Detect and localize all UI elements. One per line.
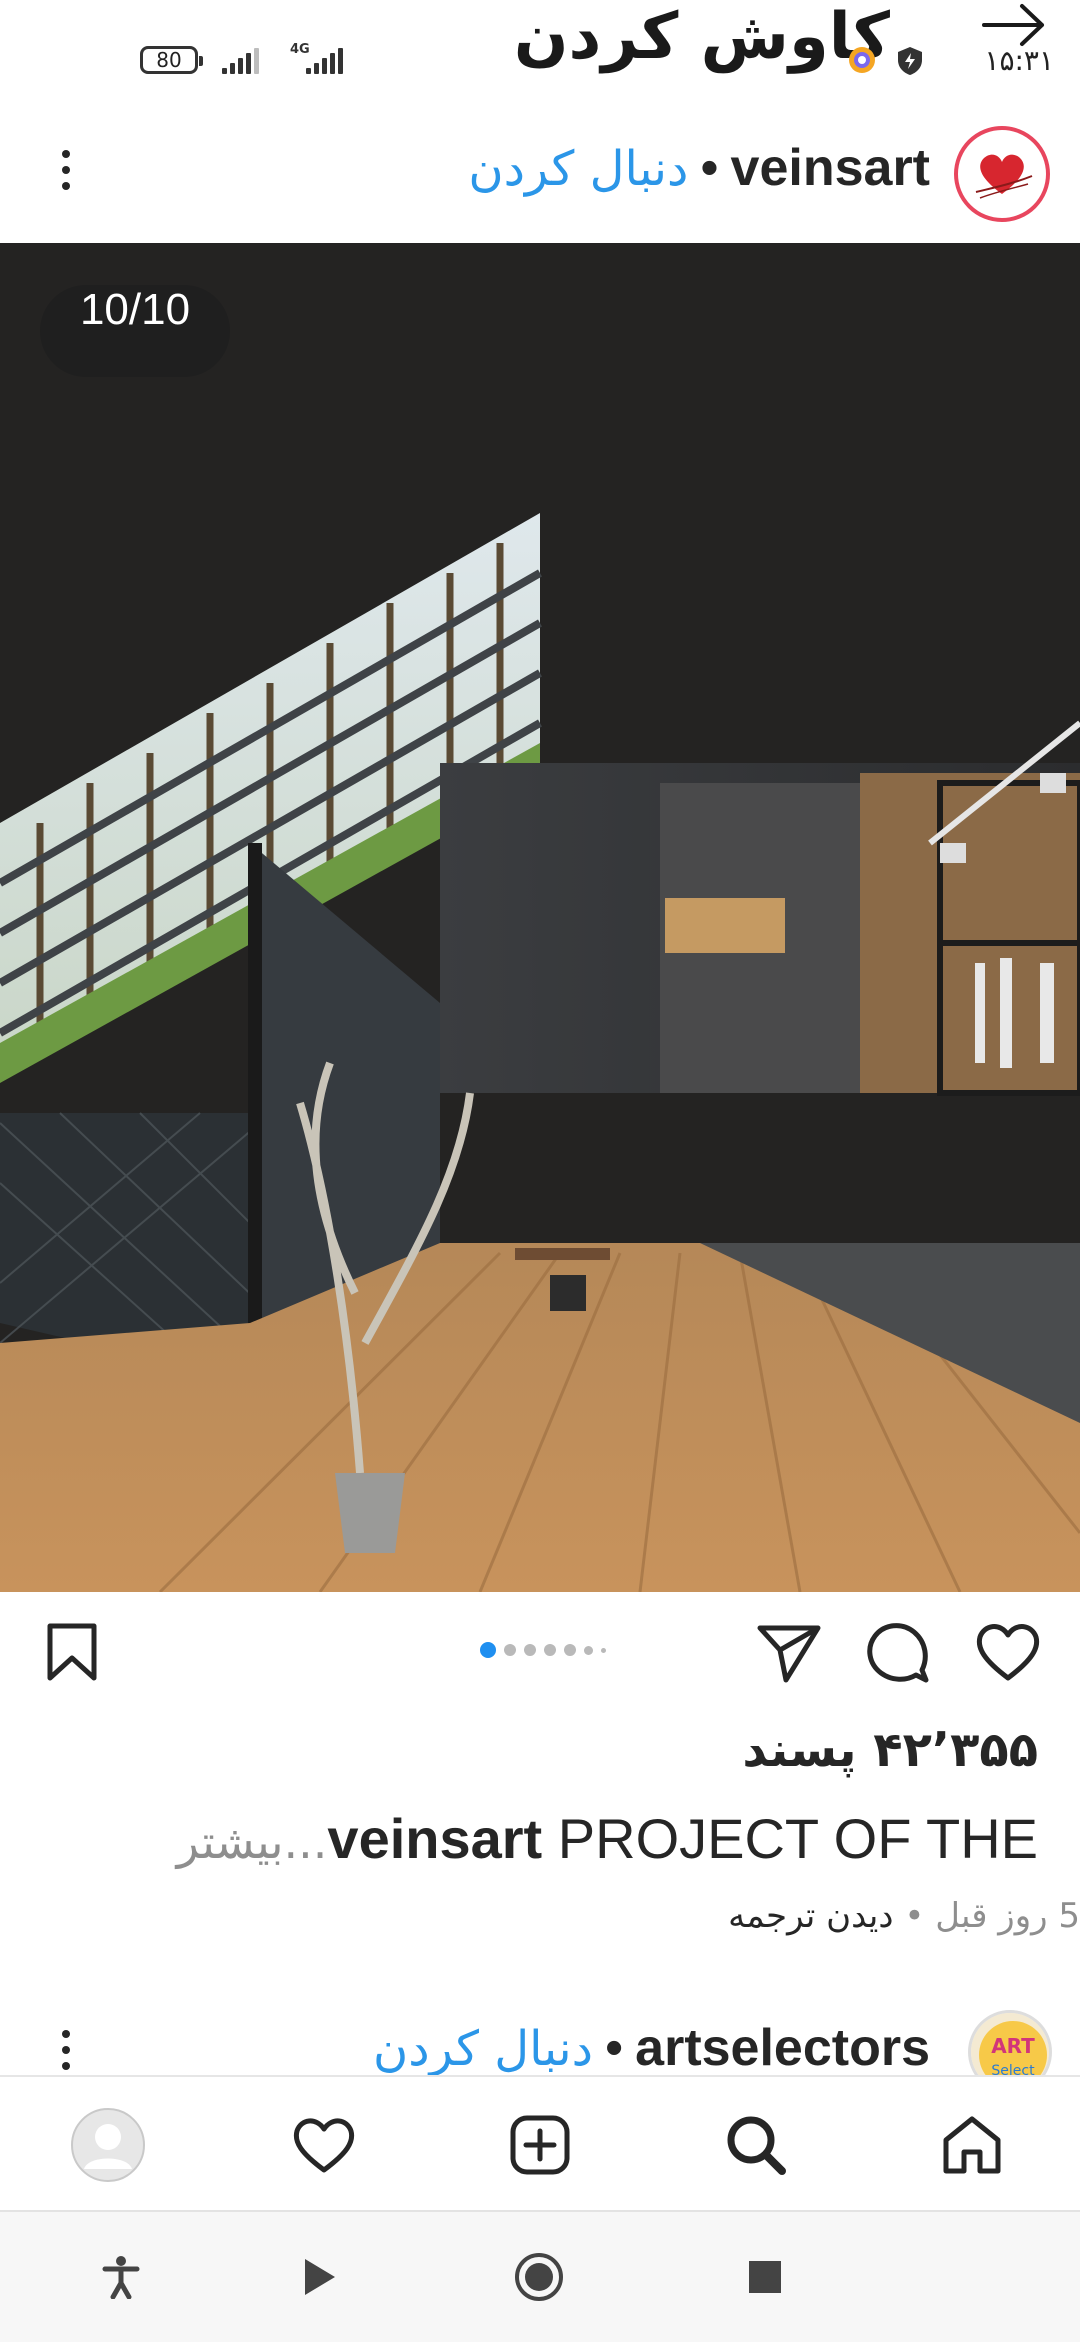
comment-icon[interactable]	[866, 1620, 930, 1684]
bookmark-icon[interactable]	[44, 1622, 100, 1682]
more-options-icon[interactable]	[56, 150, 76, 190]
system-nav-bar	[0, 2210, 1080, 2342]
add-icon	[510, 2115, 570, 2175]
heart-icon	[293, 2118, 355, 2173]
tab-create[interactable]	[500, 2105, 580, 2185]
caption-username[interactable]: veinsart	[327, 1807, 542, 1870]
svg-text:ART: ART	[991, 2034, 1035, 2058]
search-icon	[727, 2116, 786, 2175]
carousel-dot	[564, 1644, 576, 1656]
battery-indicator: 80	[140, 46, 203, 74]
record-icon	[515, 2253, 563, 2301]
media-counter: 10/10	[40, 285, 230, 377]
caption-more-link[interactable]: ...بیشتر	[177, 1815, 328, 1869]
meta-separator: •	[904, 1896, 925, 1936]
play-icon	[305, 2259, 335, 2295]
carousel-dot	[504, 1644, 516, 1656]
caption[interactable]: veinsart PROJECT OF THE ...بیشتر	[177, 1806, 1038, 1871]
post-time-ago: 5 روز قبل	[935, 1896, 1080, 1936]
tab-profile[interactable]	[68, 2105, 148, 2185]
interior-photo	[0, 243, 1080, 1592]
carousel-dot	[544, 1644, 556, 1656]
tab-bar	[0, 2075, 1080, 2212]
carousel-dot	[480, 1642, 496, 1658]
avatar[interactable]	[954, 126, 1050, 222]
tab-home[interactable]	[932, 2105, 1012, 2185]
post-image[interactable]	[0, 243, 1080, 1592]
carousel-dot	[601, 1647, 606, 1653]
back-arrow-icon[interactable]	[980, 0, 1050, 50]
profile-icon	[71, 2108, 145, 2182]
signal-icon-2	[306, 46, 343, 74]
stop-button[interactable]	[738, 2250, 792, 2304]
next-more-options-icon[interactable]	[56, 2030, 76, 2070]
next-post-username[interactable]: artselectors	[635, 2019, 930, 2077]
carousel-dot	[524, 1644, 536, 1656]
home-icon	[943, 2116, 1001, 2174]
see-translation-link[interactable]: دیدن ترجمه	[728, 1896, 893, 1936]
follow-button[interactable]: دنبال کردن	[468, 141, 688, 197]
app-badge-icon	[849, 47, 875, 73]
accessibility-button[interactable]	[94, 2250, 148, 2304]
post-user-line: veinsart•دنبال کردن	[468, 138, 930, 198]
like-heart-icon[interactable]	[974, 1620, 1042, 1684]
heart-logo-icon	[962, 134, 1042, 214]
next-post-user-line: artselectors•دنبال کردن	[373, 2018, 930, 2078]
record-button[interactable]	[512, 2250, 566, 2304]
next-follow-button[interactable]: دنبال کردن	[373, 2021, 593, 2077]
page-title: کاوش کردن	[513, 0, 890, 74]
carousel-dot	[584, 1645, 593, 1655]
signal-icon	[222, 46, 259, 74]
share-icon[interactable]	[756, 1622, 822, 1684]
stop-icon	[749, 2261, 781, 2293]
shield-icon	[898, 47, 922, 75]
status-bar: 80 4G کاوش کردن ۱۵:۳۱	[0, 0, 1080, 110]
caption-text: PROJECT OF THE	[557, 1807, 1038, 1870]
tab-explore[interactable]	[716, 2105, 796, 2185]
accessibility-icon	[102, 2256, 140, 2299]
play-button[interactable]	[292, 2250, 346, 2304]
tab-activity[interactable]	[284, 2105, 364, 2185]
separator-dot: •	[700, 139, 719, 197]
post-username[interactable]: veinsart	[731, 139, 930, 197]
post-header: veinsart•دنبال کردن	[0, 110, 1080, 243]
carousel-dots	[480, 1642, 606, 1658]
likes-count[interactable]: ۴۲٬۳۵۵ پسند	[742, 1722, 1038, 1778]
post-meta: 5 روز قبل • دیدن ترجمه	[728, 1896, 1080, 1936]
separator-dot: •	[604, 2019, 624, 2077]
